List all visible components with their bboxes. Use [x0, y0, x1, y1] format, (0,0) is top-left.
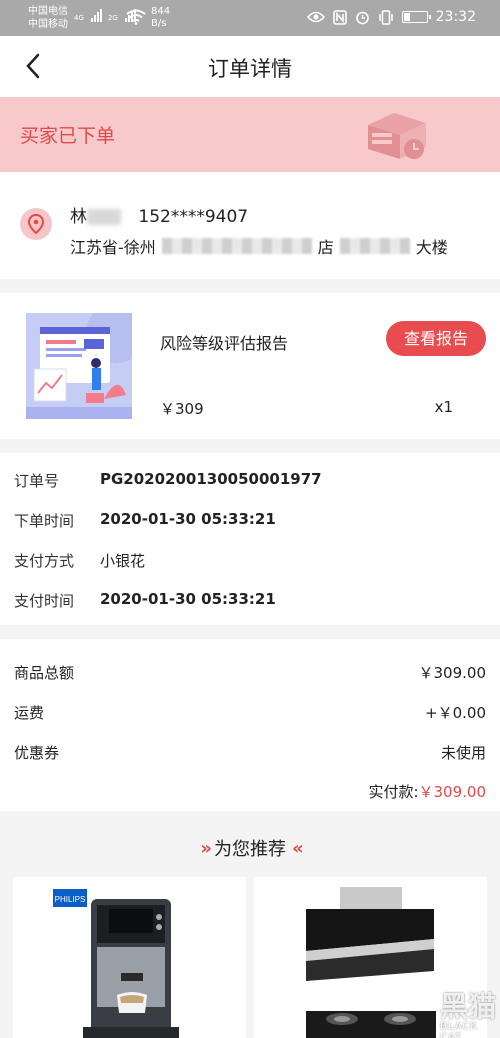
payment-method-value: 小银花: [100, 552, 146, 570]
sig2-tag: 2G: [107, 14, 118, 22]
sig1-tag: 4G: [74, 14, 84, 22]
order-info-label: 支付时间: [14, 592, 75, 610]
paid-total: 实付款:￥309.00: [368, 781, 486, 802]
status-right: 23:32: [306, 9, 476, 25]
redacted-address-1: [161, 238, 312, 254]
order-amounts: 商品总额 ￥309.00 运费 +￥0.00 优惠券 未使用 实付款:￥309.…: [0, 639, 500, 811]
address-mid: 店: [317, 238, 334, 257]
product-price: ￥309: [160, 400, 204, 418]
order-info: 订单号 PG2020200130050001977 下单时间 2020-01-3…: [0, 453, 500, 625]
product-name[interactable]: 风险等级评估报告: [160, 330, 288, 354]
vibrate-icon: [378, 9, 393, 25]
watermark-big: 黑猫: [439, 990, 496, 1023]
carrier-2: 中国移动: [28, 19, 68, 30]
recipient-line: 林 152****9407: [70, 202, 248, 227]
order-info-label: 订单号: [14, 472, 60, 490]
eye-icon: [306, 11, 325, 23]
order-info-row: 下单时间 2020-01-30 05:33:21: [14, 510, 276, 531]
shipping-value: +￥0.00: [425, 704, 486, 722]
order-number-value: PG2020200130050001977: [100, 470, 322, 488]
double-chevron-right-icon: »: [200, 837, 211, 859]
speed-value: 844: [151, 6, 171, 17]
page-title: 订单详情: [208, 57, 292, 81]
redacted-name: [87, 209, 121, 225]
wifi-icon: [126, 9, 146, 25]
double-chevron-left-icon: «: [292, 837, 303, 859]
address-suffix: 大楼: [415, 238, 448, 257]
recommend-title-text: 为您推荐: [214, 839, 286, 860]
product-quantity: x1: [434, 398, 453, 416]
signal-1-icon: [90, 8, 102, 22]
status-bar: 中国电信 中国移动 4G 2G 844 B/s 23:32: [0, 0, 500, 36]
recipient-phone: 152****9407: [138, 207, 249, 227]
speed-unit: B/s: [151, 18, 167, 29]
clock: 23:32: [435, 9, 476, 25]
paid-value: ￥309.00: [418, 783, 487, 801]
goods-total-label: 商品总额: [14, 664, 75, 682]
order-status-banner: 买家已下单: [0, 97, 500, 172]
coffee-machine-image: PHILIPS: [53, 889, 179, 1038]
redacted-address-2: [339, 238, 410, 254]
shipping-address[interactable]: 林 152****9407 江苏省-徐州 店 大楼: [0, 172, 500, 279]
carrier-1: 中国电信: [28, 6, 68, 17]
order-info-label: 支付方式: [14, 552, 75, 570]
address-prefix: 江苏省-徐州: [70, 238, 156, 257]
alarm-icon: [355, 11, 369, 24]
nfc-icon: [332, 9, 347, 25]
paid-label: 实付款:: [368, 783, 419, 801]
order-info-row: 订单号 PG2020200130050001977: [14, 470, 322, 491]
payment-time-value: 2020-01-30 05:33:21: [100, 590, 276, 608]
recommend-card-coffee-machine[interactable]: PHILIPS: [13, 877, 246, 1038]
watermark: 黑猫 BLACK CAT: [439, 985, 496, 1038]
location-pin-icon: [20, 208, 52, 240]
order-info-row: 支付时间 2020-01-30 05:33:21: [14, 590, 276, 611]
order-time-value: 2020-01-30 05:33:21: [100, 510, 276, 528]
coupon-label: 优惠券: [14, 744, 60, 762]
order-product: 风险等级评估报告 查看报告 ￥309 x1: [0, 293, 500, 439]
battery-icon: [401, 11, 431, 23]
recipient-name: 林: [70, 207, 87, 227]
coupon-value[interactable]: 未使用: [441, 742, 486, 763]
view-report-button[interactable]: 查看报告: [386, 321, 486, 356]
brand-logo-text: PHILIPS: [55, 895, 86, 904]
order-status-text: 买家已下单: [20, 125, 116, 147]
watermark-small: BLACK CAT: [439, 1021, 478, 1038]
product-thumbnail: [26, 313, 132, 419]
address-line: 江苏省-徐州 店 大楼: [70, 234, 448, 258]
nav-bar: 订单详情: [0, 36, 500, 97]
carrier-labels: 中国电信 中国移动: [28, 5, 68, 31]
shipping-label: 运费: [14, 704, 45, 722]
order-info-row: 支付方式 小银花: [14, 550, 145, 571]
box-clock-icon: [368, 113, 426, 159]
recommend-title: » 为您推荐 «: [0, 835, 500, 861]
goods-total-value: ￥309.00: [418, 664, 487, 682]
order-info-label: 下单时间: [14, 512, 75, 530]
net-speed: 844 B/s: [151, 6, 170, 30]
